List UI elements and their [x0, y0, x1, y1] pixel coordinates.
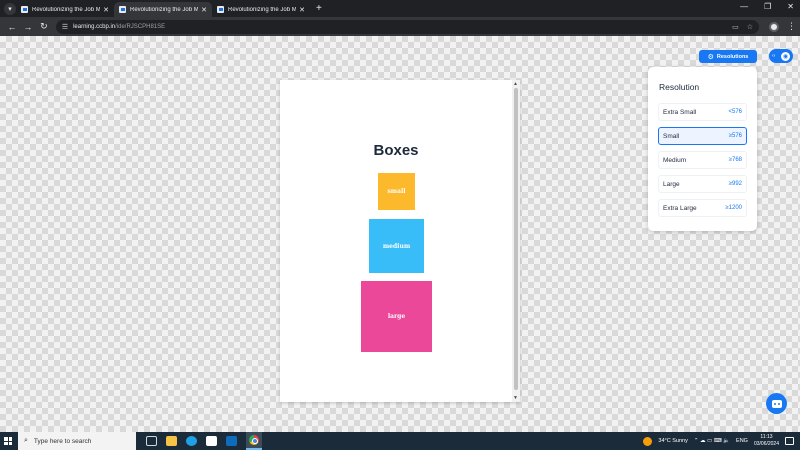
browser-tab-strip: ▾ Revolutionizing the Job Market ✕ Revol…: [0, 0, 800, 17]
tab-favicon-icon: [21, 6, 28, 13]
forward-icon[interactable]: →: [20, 22, 36, 32]
mail-icon[interactable]: [226, 436, 237, 446]
reload-icon[interactable]: ↻: [36, 21, 52, 32]
resolution-option-medium[interactable]: Medium ≥768: [658, 151, 747, 169]
url-host: learning.ccbp.in: [73, 23, 116, 30]
tab-close-icon[interactable]: ✕: [299, 6, 305, 14]
tab-title: Revolutionizing the Job Market: [228, 6, 297, 13]
weather-text[interactable]: 34°C Sunny: [658, 438, 687, 444]
resolution-option-label: Extra Small: [663, 108, 697, 116]
more-menu-icon[interactable]: ⋮: [787, 21, 796, 32]
scrollbar-thumb[interactable]: [514, 88, 518, 390]
tray-icons[interactable]: ⌃ ☁ ▭ ⌨ 🔈: [694, 438, 730, 444]
resolution-option-label: Medium: [663, 156, 687, 164]
search-icon: ⌕: [24, 437, 28, 444]
chatbot-button[interactable]: [766, 393, 787, 414]
system-tray: 34°C Sunny ⌃ ☁ ▭ ⌨ 🔈 ENG 11:13 03/06/202…: [643, 434, 800, 448]
edge-icon[interactable]: [186, 436, 197, 446]
browser-tab-2[interactable]: Revolutionizing the Job Market ✕: [114, 2, 212, 17]
task-view-icon[interactable]: [146, 436, 157, 446]
preview-frame[interactable]: Boxes small medium large ▲ ▼: [280, 80, 520, 402]
resolution-option-value: ≥576: [728, 133, 742, 139]
store-icon[interactable]: [206, 436, 217, 446]
resolutions-button-label: Resolutions: [716, 53, 749, 60]
profile-avatar-icon[interactable]: [769, 21, 779, 32]
chrome-taskbar-button[interactable]: [246, 432, 262, 450]
file-explorer-icon[interactable]: [166, 436, 177, 446]
medium-box: medium: [369, 219, 424, 273]
window-controls: — ❐ ✕: [740, 2, 794, 11]
back-icon[interactable]: ←: [4, 22, 20, 32]
resolution-option-extra-small[interactable]: Extra Small <576: [658, 103, 747, 121]
windows-taskbar: ⌕ Type here to search 34°C Sunny ⌃ ☁ ▭ ⌨…: [0, 432, 800, 450]
tab-favicon-icon: [119, 6, 126, 13]
eye-icon: ◉: [781, 51, 790, 61]
tab-favicon-icon: [217, 6, 224, 13]
tab-search-icon[interactable]: ▾: [4, 2, 16, 15]
resolution-option-large[interactable]: Large ≥992: [658, 175, 747, 193]
new-tab-button[interactable]: +: [316, 3, 322, 14]
taskbar-apps: [146, 432, 262, 450]
toolbar-right: ⋮: [769, 21, 796, 32]
clock-time: 11:13: [760, 434, 773, 440]
resolution-option-value: <576: [728, 109, 742, 115]
language-indicator[interactable]: ENG: [736, 438, 748, 444]
minimize-icon[interactable]: —: [740, 2, 748, 11]
taskbar-search-input[interactable]: ⌕ Type here to search: [18, 432, 136, 450]
resolution-panel: Resolution Extra Small <576 Small ≥576 M…: [648, 67, 757, 231]
resolution-option-label: Extra Large: [663, 204, 697, 212]
browser-tab-3[interactable]: Revolutionizing the Job Market ✕: [212, 2, 310, 17]
resolution-option-value: ≥768: [728, 157, 742, 163]
gear-icon: ⚙: [707, 53, 714, 61]
page-title: Boxes: [373, 142, 419, 159]
start-button[interactable]: [0, 432, 16, 450]
url-path: /ide/RJSCPH81SE: [115, 23, 166, 30]
resolution-option-extra-large[interactable]: Extra Large ≥1200: [658, 199, 747, 217]
resolution-option-label: Small: [663, 132, 680, 140]
scroll-up-icon[interactable]: ▲: [513, 81, 518, 87]
resolution-option-value: ≥992: [728, 181, 742, 187]
tab-title: Revolutionizing the Job Market: [32, 6, 101, 13]
preview-toggle[interactable]: ‹› ◉: [769, 49, 793, 63]
bookmark-star-icon[interactable]: ☆: [747, 23, 753, 31]
large-box: large: [361, 281, 432, 352]
close-window-icon[interactable]: ✕: [787, 2, 794, 11]
clock-date: 03/06/2024: [753, 441, 779, 447]
preview-scrollbar[interactable]: ▲ ▼: [512, 80, 520, 402]
scroll-down-icon[interactable]: ▼: [513, 395, 518, 401]
address-bar[interactable]: ☰ learning.ccbp.in /ide/RJSCPH81SE ▭ ☆: [55, 19, 759, 34]
resolution-option-label: Large: [663, 180, 680, 188]
windows-logo-icon: [4, 437, 12, 445]
browser-toolbar: ← → ↻ ☰ learning.ccbp.in /ide/RJSCPH81SE…: [0, 17, 800, 36]
chrome-icon: [249, 435, 259, 445]
browser-tab-1[interactable]: Revolutionizing the Job Market ✕: [16, 2, 114, 17]
omnibox-actions: ▭ ☆: [732, 23, 753, 31]
weather-sun-icon: [643, 436, 653, 446]
tab-close-icon[interactable]: ✕: [201, 6, 207, 14]
resolutions-button[interactable]: ⚙ Resolutions: [699, 50, 757, 63]
resolution-option-small[interactable]: Small ≥576: [658, 127, 747, 145]
taskbar-search-placeholder: Type here to search: [33, 437, 92, 445]
clock[interactable]: 11:13 03/06/2024: [754, 434, 779, 448]
restore-icon[interactable]: ❐: [764, 2, 771, 11]
small-box: small: [378, 173, 415, 210]
site-info-icon[interactable]: ☰: [62, 23, 68, 31]
robot-icon: [771, 399, 782, 408]
resolution-option-value: ≥1200: [725, 205, 742, 211]
cast-icon[interactable]: ▭: [732, 23, 739, 31]
tab-title: Revolutionizing the Job Market: [130, 6, 199, 13]
resolution-panel-title: Resolution: [659, 82, 700, 92]
code-icon: ‹›: [772, 53, 776, 59]
notification-icon[interactable]: [785, 437, 794, 445]
tab-close-icon[interactable]: ✕: [103, 6, 109, 14]
